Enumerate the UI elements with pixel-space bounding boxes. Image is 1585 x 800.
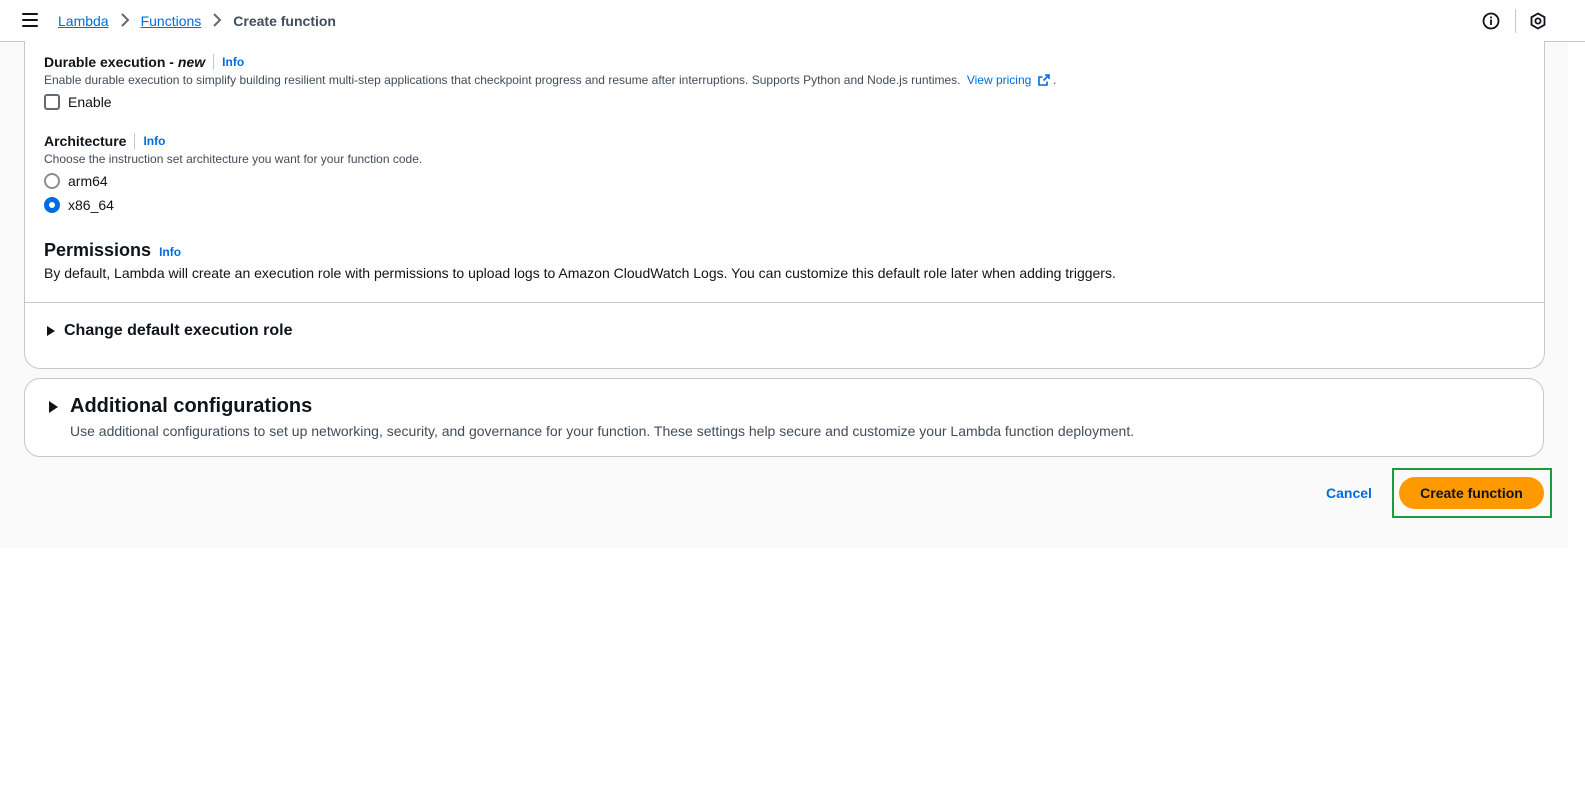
radio-arm64[interactable] [44, 173, 60, 189]
section-divider [25, 302, 1544, 303]
architecture-info-link[interactable]: Info [143, 134, 165, 148]
architecture-description: Choose the instruction set architecture … [44, 152, 423, 166]
durable-execution-description: Enable durable execution to simplify bui… [44, 73, 1056, 87]
breadcrumb-current: Create function [233, 13, 336, 29]
radio-x86-64[interactable] [44, 197, 60, 213]
durable-execution-title: Durable execution - [44, 54, 174, 70]
radio-arm64-label: arm64 [68, 173, 108, 189]
change-execution-role-label: Change default execution role [64, 322, 293, 339]
toolbar-divider [1515, 9, 1516, 33]
architecture-title: Architecture [44, 133, 127, 149]
pricing-suffix: . [1053, 73, 1057, 87]
create-function-button[interactable]: Create function [1399, 477, 1544, 509]
external-link-icon [1037, 74, 1050, 86]
view-pricing-label: View pricing [966, 73, 1032, 87]
additional-configurations-description: Use additional configurations to set up … [70, 423, 1135, 439]
caret-right-icon[interactable] [49, 401, 58, 413]
additional-configurations-panel: Additional configurations Use additional… [24, 378, 1544, 457]
durable-execution-label: Durable execution - new Info [44, 54, 244, 70]
permissions-description: By default, Lambda will create an execut… [44, 265, 1116, 281]
cancel-button[interactable]: Cancel [1318, 481, 1380, 505]
top-navigation-bar: Lambda Functions Create function [0, 0, 1585, 42]
chevron-right-icon [201, 12, 233, 30]
breadcrumb: Lambda Functions Create function [58, 0, 336, 42]
breadcrumb-functions[interactable]: Functions [141, 13, 202, 29]
info-circle-icon[interactable] [1482, 12, 1500, 30]
durable-execution-info-link[interactable]: Info [222, 55, 244, 69]
label-divider [213, 54, 215, 70]
menu-icon[interactable] [22, 13, 38, 27]
caret-right-icon [47, 326, 55, 336]
view-pricing-link[interactable]: View pricing [967, 73, 1053, 87]
durable-execution-description-text: Enable durable execution to simplify bui… [44, 73, 961, 87]
durable-execution-new-tag: new [177, 54, 206, 70]
permissions-title: Permissions [44, 240, 152, 260]
label-divider [134, 133, 136, 149]
chevron-right-icon [109, 12, 141, 30]
radio-x86-64-label: x86_64 [68, 197, 114, 213]
change-execution-role-expander[interactable]: Change default execution role [44, 320, 444, 342]
page-content-area: Durable execution - new Info Enable dura… [0, 41, 1568, 548]
enable-checkbox-label: Enable [68, 94, 112, 110]
breadcrumb-lambda[interactable]: Lambda [58, 13, 109, 29]
settings-hex-icon[interactable] [1529, 12, 1547, 30]
enable-durable-execution-checkbox[interactable] [44, 94, 60, 110]
permissions-info-link[interactable]: Info [159, 245, 181, 259]
architecture-label: Architecture Info [44, 133, 165, 149]
additional-configurations-title[interactable]: Additional configurations [70, 395, 312, 418]
permissions-heading: Permissions Info [44, 240, 181, 261]
